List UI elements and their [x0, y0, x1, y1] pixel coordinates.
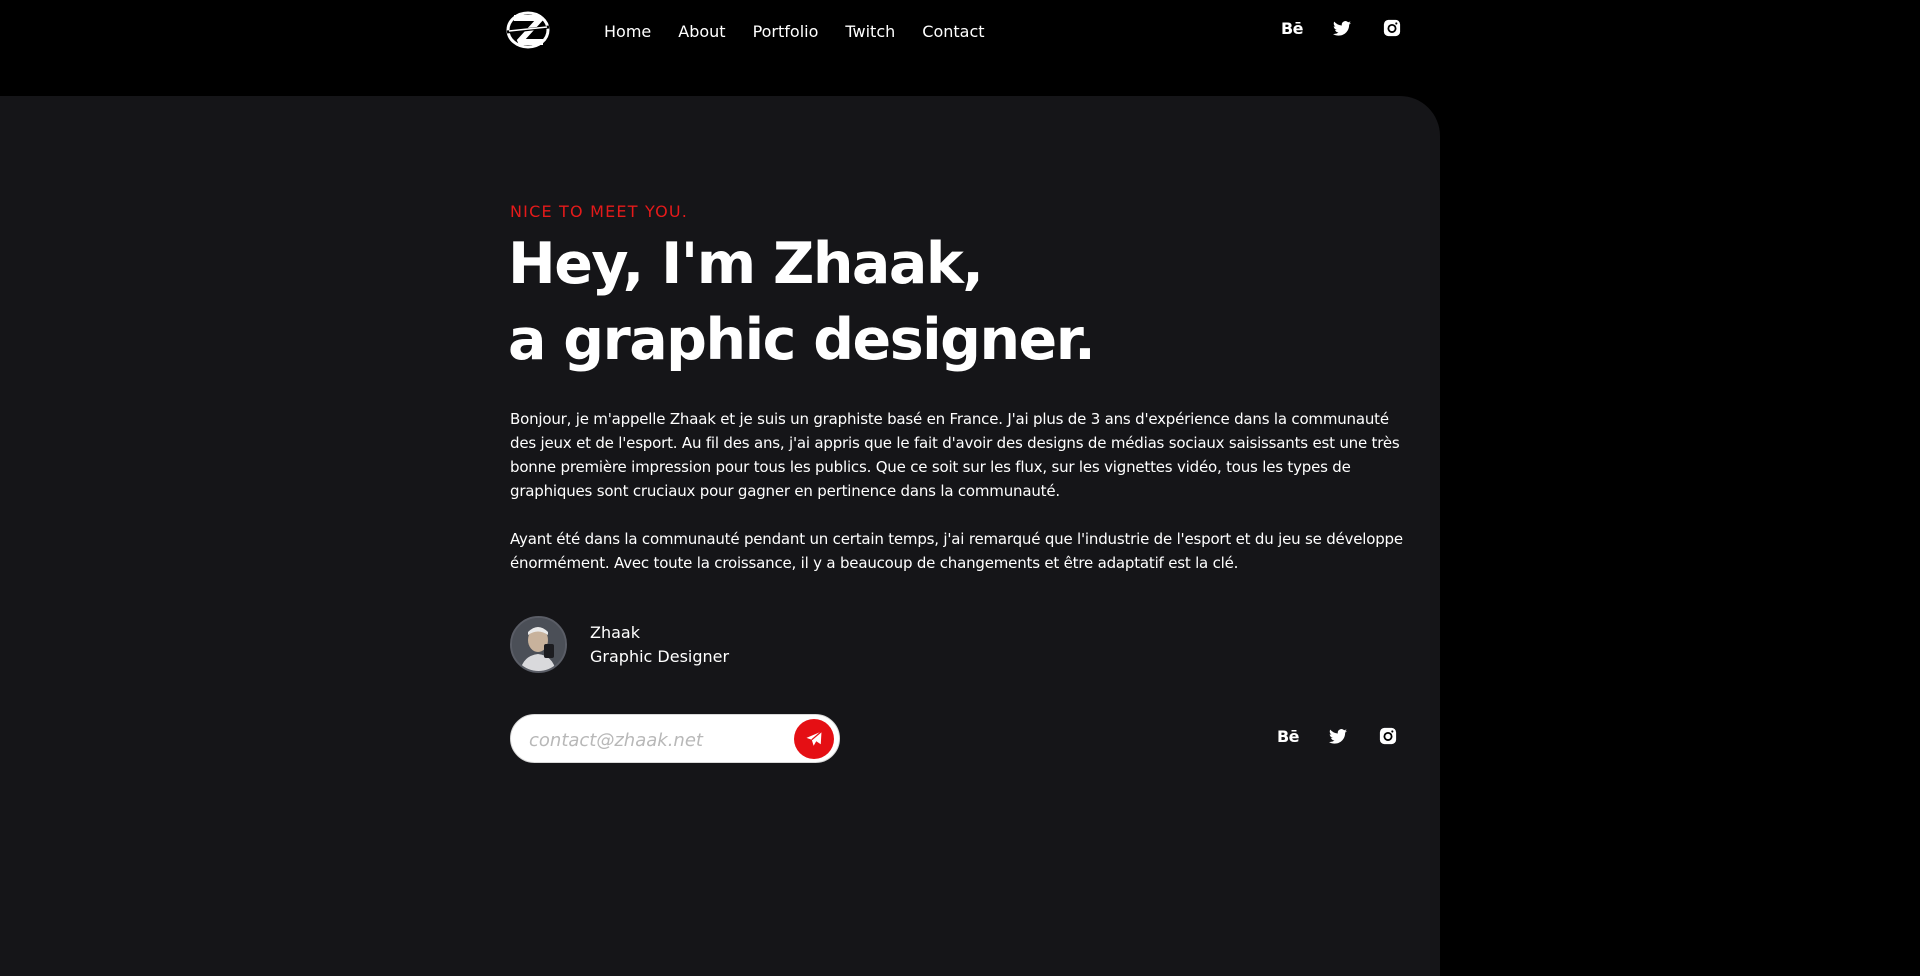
nav-contact-link[interactable]: Contact: [922, 22, 984, 41]
hero-headline: Hey, I'm Zhaak, a graphic designer.: [508, 226, 1096, 378]
nav-portfolio-link[interactable]: Portfolio: [753, 22, 819, 41]
send-button[interactable]: [794, 719, 834, 759]
main-nav: Home About Portfolio Twitch Contact: [604, 20, 985, 42]
footer-social-links: Bē: [1276, 724, 1426, 748]
header-social-links: Bē: [1280, 16, 1430, 40]
nav-home-link[interactable]: Home: [604, 22, 651, 41]
nav-about-link[interactable]: About: [678, 22, 725, 41]
intro-paragraph-2: Ayant été dans la communauté pendant un …: [510, 530, 1403, 572]
headline-line-1: Hey, I'm Zhaak,: [508, 231, 984, 297]
headline-line-2: a graphic designer.: [508, 307, 1096, 373]
author-block: Zhaak Graphic Designer: [510, 616, 729, 673]
nav-twitch-link[interactable]: Twitch: [845, 22, 895, 41]
email-field[interactable]: [529, 727, 779, 753]
hero-kicker: NICE TO MEET YOU.: [510, 202, 689, 221]
zhaak-logo-icon[interactable]: [505, 10, 551, 50]
author-role: Graphic Designer: [590, 646, 730, 666]
avatar: [510, 616, 567, 673]
email-field-container: [510, 714, 840, 763]
instagram-icon[interactable]: [1376, 724, 1400, 748]
instagram-icon[interactable]: [1380, 16, 1404, 40]
behance-icon[interactable]: Bē: [1280, 16, 1304, 40]
author-name: Zhaak: [590, 622, 640, 642]
behance-icon[interactable]: Bē: [1276, 724, 1300, 748]
author-text: Zhaak Graphic Designer: [590, 621, 729, 669]
site-header: Home About Portfolio Twitch Contact Bē: [0, 0, 1920, 96]
paper-plane-icon: [806, 731, 822, 746]
twitter-icon[interactable]: [1330, 16, 1354, 40]
twitter-icon[interactable]: [1326, 724, 1350, 748]
intro-paragraph-1: Bonjour, je m'appelle Zhaak et je suis u…: [510, 410, 1400, 500]
